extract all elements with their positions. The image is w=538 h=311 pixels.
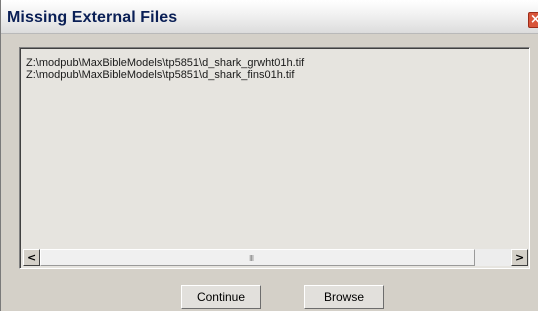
browse-button[interactable]: Browse: [304, 285, 384, 309]
list-inner-frame: Z:\modpub\MaxBibleModels\tp5851\d_shark_…: [20, 48, 529, 268]
scroll-right-button[interactable]: >: [511, 249, 528, 266]
missing-files-dialog: Missing External Files × Z:\modpub\MaxBi…: [0, 0, 538, 311]
close-button[interactable]: ×: [528, 12, 538, 28]
list-item[interactable]: Z:\modpub\MaxBibleModels\tp5851\d_shark_…: [26, 69, 294, 81]
chevron-left-icon: <: [27, 251, 37, 264]
dialog-title: Missing External Files: [7, 9, 178, 26]
continue-button[interactable]: Continue: [181, 285, 261, 309]
scroll-left-button[interactable]: <: [23, 249, 40, 266]
title-bar[interactable]: Missing External Files ×: [1, 0, 538, 34]
scrollbar-thumb[interactable]: III: [40, 249, 475, 266]
missing-files-list[interactable]: Z:\modpub\MaxBibleModels\tp5851\d_shark_…: [19, 47, 530, 269]
thumb-grip-icon: III: [249, 254, 254, 263]
list-item[interactable]: Z:\modpub\MaxBibleModels\tp5851\d_shark_…: [26, 57, 304, 69]
horizontal-scrollbar[interactable]: < III >: [23, 249, 528, 266]
chevron-right-icon: >: [515, 251, 525, 264]
close-icon: ×: [530, 12, 538, 27]
